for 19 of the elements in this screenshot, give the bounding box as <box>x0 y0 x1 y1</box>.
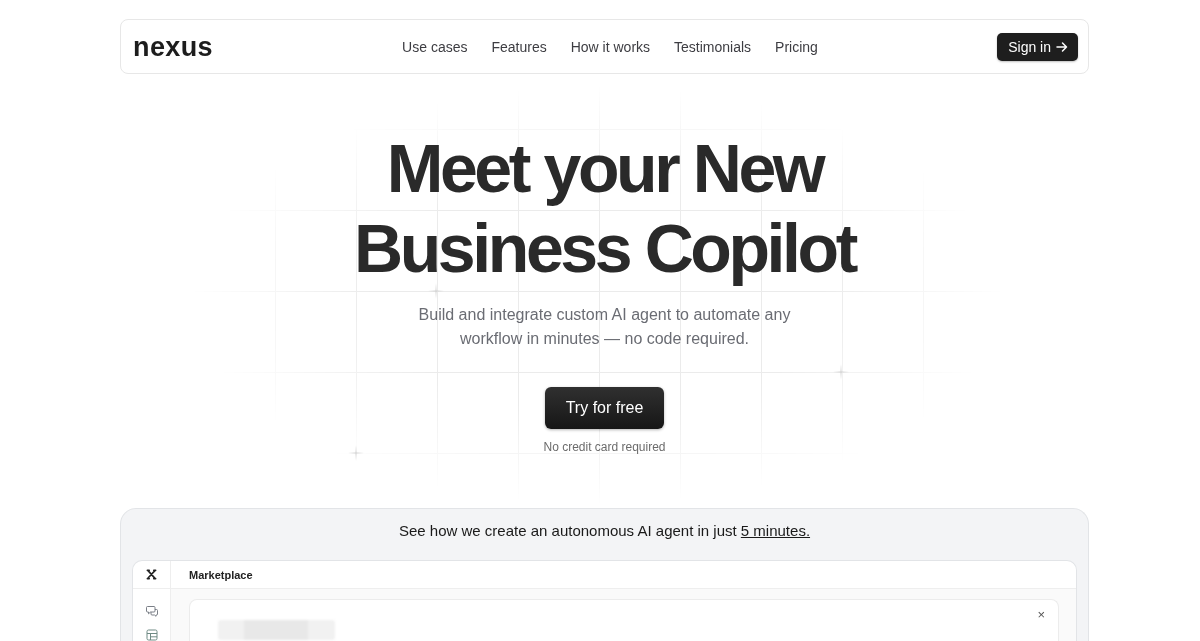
chat-icon[interactable] <box>145 605 158 617</box>
layout-icon[interactable] <box>145 629 158 641</box>
nav-link[interactable]: Features <box>491 37 547 56</box>
arrow-right-icon <box>1056 40 1068 53</box>
logo-icon <box>146 569 157 580</box>
cta-note: No credit card required <box>543 439 666 455</box>
logo[interactable]: nexus <box>133 30 214 63</box>
sign-in-button[interactable]: Sign in <box>997 32 1078 61</box>
close-button[interactable]: × <box>1035 608 1047 622</box>
hero-heading: Meet your New Business Copilot <box>353 129 857 288</box>
page-title: Marketplace <box>189 568 253 581</box>
nav-link[interactable]: Testimonials <box>674 37 752 56</box>
demo-caption: See how we create an autonomous AI agent in just 5 minutes. <box>397 521 812 541</box>
hero-subtitle: Build and integrate custom AI agent to automate any workflow in minutes — no code required. <box>417 305 792 349</box>
nav-link[interactable]: Pricing <box>775 37 818 56</box>
nav-link[interactable]: Use cases <box>402 37 468 56</box>
try-free-button[interactable]: Try for free <box>544 387 665 429</box>
duration-link[interactable]: 5 minutes. <box>740 522 811 539</box>
nav-link[interactable]: How it works <box>570 37 651 56</box>
